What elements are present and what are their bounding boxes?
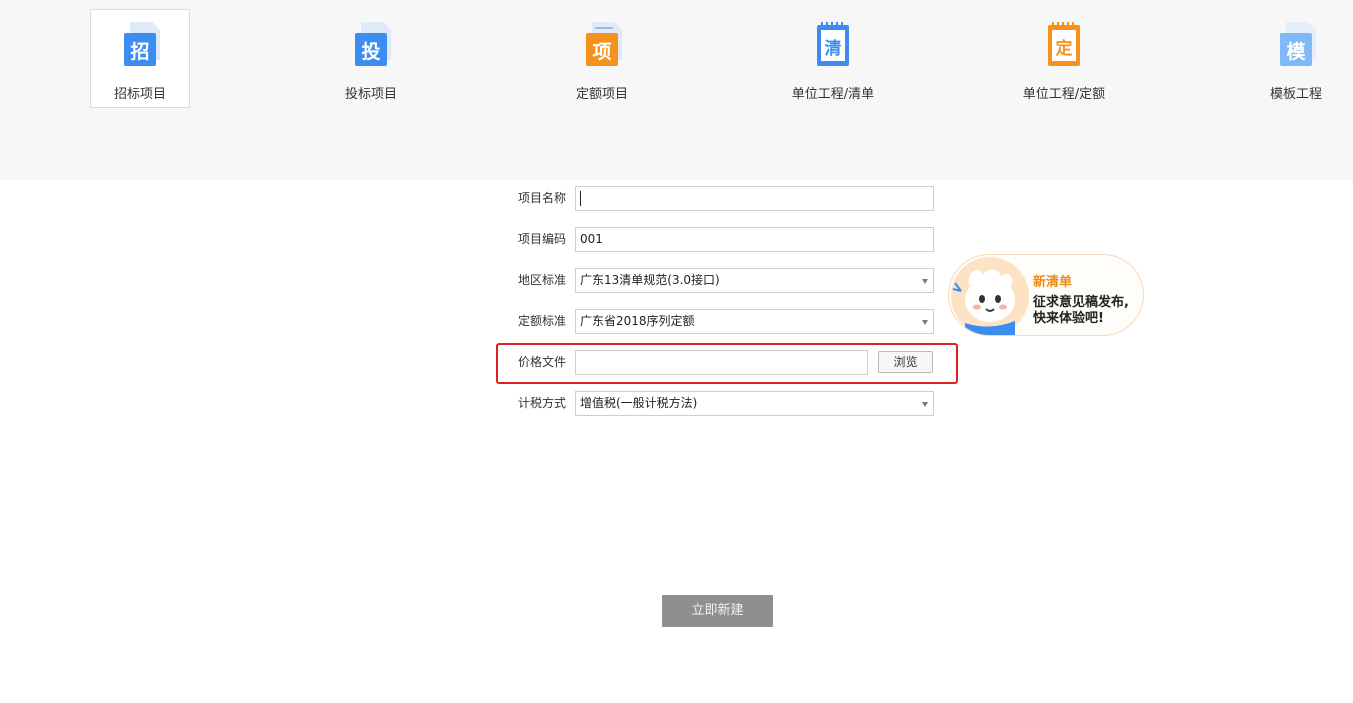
dropdown-arrow-icon	[922, 279, 928, 284]
icon-glyph: 招	[130, 40, 149, 63]
region-standard-label: 地区标准	[517, 273, 566, 287]
quota-standard-value: 广东省2018序列定额	[580, 314, 695, 328]
dropdown-arrow-icon	[922, 320, 928, 325]
tax-method-label: 计税方式	[517, 396, 566, 410]
tool-label: 模板工程	[1269, 87, 1322, 102]
region-standard-value: 广东13清单规范(3.0接口)	[580, 273, 720, 287]
tool-bidding-project[interactable]: 招 招标项目	[90, 9, 190, 108]
quota-project-icon: 项	[586, 22, 622, 66]
tool-label: 单位工程/清单	[791, 87, 875, 102]
text-caret	[580, 191, 581, 206]
icon-glyph: 清	[825, 38, 842, 59]
bill-notebook-icon: 清	[817, 22, 849, 66]
project-name-label: 项目名称	[517, 191, 566, 205]
icon-glyph: 模	[1286, 40, 1306, 63]
quota-notebook-icon: 定	[1048, 22, 1080, 66]
tax-method-select[interactable]: 增值税(一般计税方法)	[575, 391, 934, 416]
tool-label: 投标项目	[344, 87, 397, 102]
icon-glyph: 项	[592, 41, 611, 63]
bidding-doc-icon: 招	[124, 22, 160, 66]
tool-unit-bill[interactable]: 清 单位工程/清单	[783, 9, 883, 108]
mascot-icon	[951, 257, 1029, 335]
tool-tender-project[interactable]: 投 投标项目	[321, 9, 421, 108]
icon-glyph: 定	[1056, 38, 1073, 59]
tool-unit-quota[interactable]: 定 单位工程/定额	[1014, 9, 1114, 108]
promo-line-2: 快来体验吧!	[1033, 311, 1104, 326]
template-doc-icon: 模	[1280, 22, 1316, 66]
price-file-highlight	[496, 343, 958, 384]
project-type-toolbar: 招 招标项目 投 投标项目 项 定额项目 清 单位工程/清单 定 单位工程/定额…	[0, 0, 1353, 180]
project-code-value: 001	[580, 232, 603, 246]
create-now-button[interactable]: 立即新建	[662, 595, 773, 627]
tool-template-project[interactable]: 模 模板工程	[1246, 9, 1346, 108]
tender-doc-icon: 投	[355, 22, 391, 66]
icon-glyph: 投	[361, 40, 380, 63]
project-code-input[interactable]: 001	[575, 227, 934, 252]
promo-title: 新清单	[1033, 275, 1073, 290]
quota-standard-label: 定额标准	[517, 314, 566, 328]
region-standard-select[interactable]: 广东13清单规范(3.0接口)	[575, 268, 934, 293]
tool-label: 单位工程/定额	[1022, 87, 1106, 102]
tool-label: 招标项目	[113, 87, 166, 102]
project-name-input[interactable]	[575, 186, 934, 211]
new-bill-promo[interactable]: 新清单 征求意见稿发布, 快来体验吧!	[948, 254, 1144, 336]
tax-method-value: 增值税(一般计税方法)	[580, 396, 698, 410]
quota-standard-select[interactable]: 广东省2018序列定额	[575, 309, 934, 334]
tool-label: 定额项目	[575, 87, 628, 102]
dropdown-arrow-icon	[922, 402, 928, 407]
tool-quota-project[interactable]: 项 定额项目	[552, 9, 652, 108]
project-code-label: 项目编码	[517, 232, 566, 246]
